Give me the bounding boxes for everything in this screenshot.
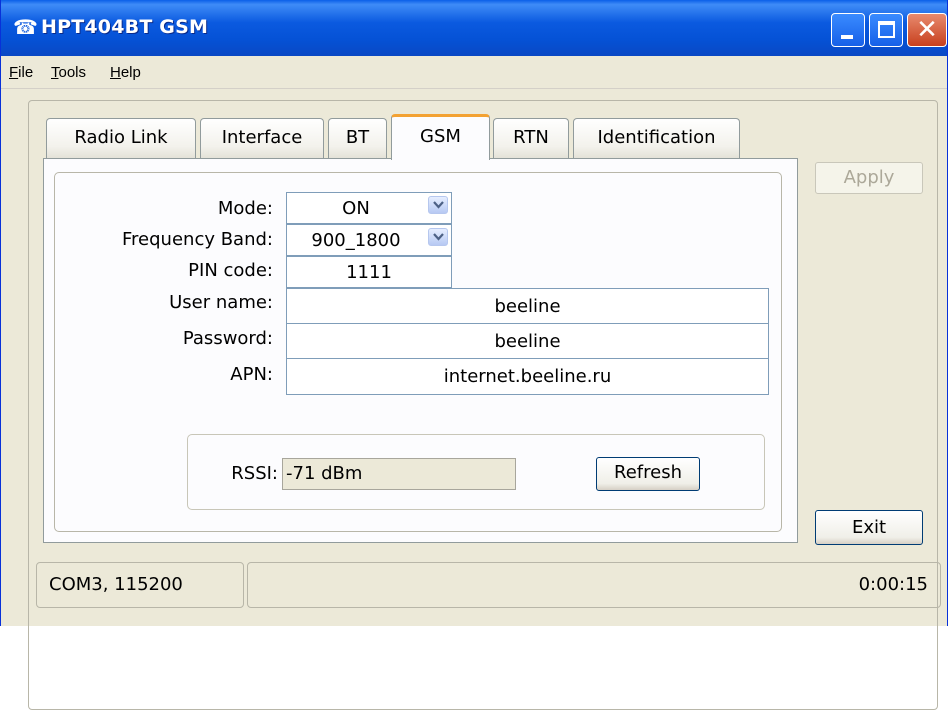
menu-tools[interactable]: Tools: [51, 64, 86, 81]
tab-identification[interactable]: Identification: [573, 118, 740, 158]
chevron-down-icon[interactable]: [428, 228, 448, 246]
menu-file[interactable]: File: [9, 64, 33, 81]
close-icon: ✕: [916, 15, 938, 45]
tab-radio-link[interactable]: Radio Link: [46, 118, 196, 158]
status-elapsed-time: 0:00:15: [247, 562, 941, 608]
title-bar[interactable]: ☎ HPT404BT GSM ✕: [1, 0, 947, 56]
menu-help[interactable]: Help: [110, 64, 141, 81]
tab-interface[interactable]: Interface: [200, 118, 324, 158]
tab-bt[interactable]: BT: [328, 118, 387, 158]
refresh-button[interactable]: Refresh: [596, 457, 700, 491]
tab-gsm[interactable]: GSM: [391, 114, 490, 160]
mode-label: Mode:: [217, 198, 273, 219]
chevron-down-icon[interactable]: [428, 196, 448, 214]
password-label: Password:: [182, 328, 273, 349]
rssi-value-field: -71 dBm: [282, 458, 516, 490]
pin-code-label: PIN code:: [188, 260, 273, 281]
exit-button[interactable]: Exit: [815, 510, 923, 545]
password-field[interactable]: beeline: [286, 323, 769, 359]
mode-select[interactable]: ON: [286, 192, 452, 224]
close-button[interactable]: ✕: [907, 13, 947, 47]
status-connection: COM3, 115200: [36, 562, 244, 608]
window-title: HPT404BT GSM: [41, 16, 209, 38]
mode-value: ON: [342, 197, 370, 219]
app-window: ☎ HPT404BT GSM ✕ File Tools Help Radio L…: [0, 0, 948, 710]
apn-field[interactable]: internet.beeline.ru: [286, 358, 769, 395]
apply-button[interactable]: Apply: [815, 162, 923, 194]
menu-bar: File Tools Help: [1, 56, 947, 89]
user-name-label: User name:: [169, 292, 273, 313]
user-name-field[interactable]: beeline: [286, 288, 769, 324]
frequency-band-select[interactable]: 900_1800: [286, 224, 452, 256]
tab-rtn[interactable]: RTN: [493, 118, 569, 158]
rssi-label: RSSI:: [231, 463, 278, 484]
maximize-icon: [878, 21, 895, 38]
minimize-button[interactable]: [831, 13, 865, 47]
minimize-icon: [841, 35, 853, 39]
frequency-band-label: Frequency Band:: [122, 229, 273, 250]
frequency-band-value: 900_1800: [311, 229, 401, 251]
phone-handset-icon: ☎: [13, 15, 38, 39]
pin-code-field[interactable]: 1111: [286, 256, 452, 288]
apn-label: APN:: [230, 364, 273, 385]
maximize-button[interactable]: [869, 13, 903, 47]
